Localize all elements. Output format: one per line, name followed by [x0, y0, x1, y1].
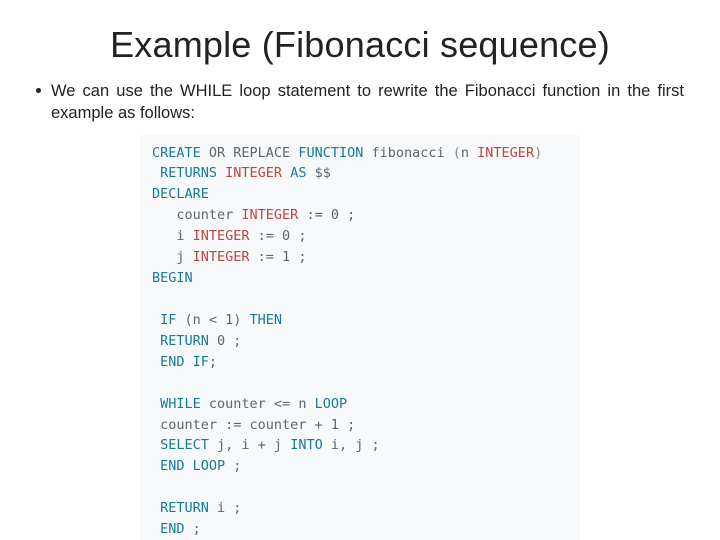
code-block: CREATE OR REPLACE FUNCTION fibonacci (n …: [140, 135, 580, 540]
bullet-dot-icon: [36, 88, 41, 93]
code-kw: THEN: [250, 312, 283, 328]
code-text: 0 ;: [209, 333, 242, 349]
code-text: := 0 ;: [298, 207, 355, 223]
code-kw: CREATE: [152, 145, 201, 161]
code-type: INTEGER: [193, 228, 250, 244]
code-text: i, j ;: [323, 437, 380, 453]
code-punc: (: [453, 145, 461, 161]
code-ident: j: [152, 249, 193, 265]
code-kw: LOOP: [185, 458, 226, 474]
code-kw: RETURN: [152, 500, 209, 516]
slide-title: Example (Fibonacci sequence): [36, 24, 684, 66]
code-kw: LOOP: [315, 396, 348, 412]
code-text: j, i + j: [209, 437, 290, 453]
code-text: OR REPLACE: [201, 145, 299, 161]
code-kw: DECLARE: [152, 186, 209, 202]
code-text: := 1 ;: [250, 249, 307, 265]
code-kw: END: [152, 521, 185, 537]
code-punc: ): [534, 145, 542, 161]
code-type: INTEGER: [477, 145, 534, 161]
code-type: INTEGER: [225, 165, 282, 181]
code-type: INTEGER: [241, 207, 298, 223]
bullet-item: We can use the WHILE loop statement to r…: [36, 80, 684, 125]
code-text: counter := counter + 1 ;: [152, 417, 355, 433]
code-ident: counter: [152, 207, 241, 223]
code-text: (n < 1): [176, 312, 249, 328]
code-kw: INTO: [290, 437, 323, 453]
code-punc: ;: [209, 354, 217, 370]
code-kw: SELECT: [152, 437, 209, 453]
code-punc: ;: [185, 521, 201, 537]
code-text: := 0 ;: [250, 228, 307, 244]
code-ident: i: [152, 228, 193, 244]
slide: Example (Fibonacci sequence) We can use …: [0, 0, 720, 540]
code-kw: RETURNS: [152, 165, 225, 181]
code-kw: IF: [152, 312, 176, 328]
code-block-wrap: CREATE OR REPLACE FUNCTION fibonacci (n …: [140, 135, 580, 540]
code-kw: WHILE: [152, 396, 201, 412]
code-kw: AS: [282, 165, 306, 181]
bullet-prefix: We can use the: [51, 82, 173, 100]
bullet-text: We can use the WHILE loop statement to r…: [51, 80, 684, 125]
code-punc: ;: [225, 458, 241, 474]
code-text: counter <= n: [201, 396, 315, 412]
code-kw: RETURN: [152, 333, 209, 349]
code-kw: END: [152, 458, 185, 474]
code-kw: IF: [185, 354, 209, 370]
code-kw: BEGIN: [152, 270, 193, 286]
code-kw: FUNCTION: [298, 145, 363, 161]
code-type: INTEGER: [193, 249, 250, 265]
code-ident: n: [461, 145, 477, 161]
bullet-while-keyword: WHILE: [180, 82, 232, 100]
code-text: $$: [306, 165, 330, 181]
code-text: i ;: [209, 500, 242, 516]
code-ident: fibonacci: [363, 145, 452, 161]
code-kw: END: [152, 354, 185, 370]
